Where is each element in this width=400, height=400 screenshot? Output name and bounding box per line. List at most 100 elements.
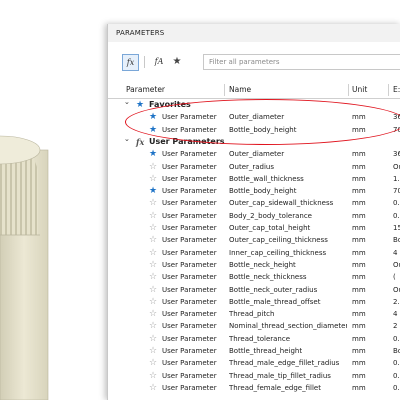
table-row[interactable]: ☆ User Parameter Bottle_thread_height mm Bo <box>108 345 400 357</box>
star-outline-icon[interactable]: ☆ <box>149 284 157 296</box>
unit-cell: mm <box>352 347 366 355</box>
table-row[interactable]: ☆ User Parameter Bottle_neck_thickness mm ( <box>108 271 400 283</box>
expression-cell[interactable]: Bo <box>393 345 400 357</box>
table-row[interactable]: ☆ User Parameter Bottle_neck_height mm Ou <box>108 259 400 271</box>
table-row[interactable]: ☆ User Parameter Outer_radius mm Ou <box>108 161 400 173</box>
expression-cell[interactable]: 0. <box>393 210 400 222</box>
table-row[interactable]: ★ User Parameter Bottle_body_height mm 70 <box>108 185 400 197</box>
star-filled-icon[interactable]: ★ <box>149 124 157 136</box>
parameter-type-cell: User Parameter <box>162 248 217 257</box>
star-outline-icon[interactable]: ☆ <box>149 333 157 345</box>
filter-parameters-input[interactable] <box>203 54 400 70</box>
table-row[interactable]: ☆ User Parameter Bottle_male_thread_offset… <box>108 296 400 308</box>
table-row[interactable]: ☆ User Parameter Thread_tolerance mm 0. <box>108 333 400 345</box>
star-outline-icon[interactable]: ☆ <box>149 161 157 173</box>
star-outline-icon[interactable]: ☆ <box>149 173 157 185</box>
expression-cell[interactable]: 2 <box>393 320 400 332</box>
parameter-name-cell: Thread_male_tip_fillet_radius <box>229 371 331 380</box>
table-row[interactable]: ☆ User Parameter Nominal_thread_section_di… <box>108 320 400 332</box>
star-outline-icon[interactable]: ☆ <box>149 234 157 246</box>
group-row[interactable]: ⌄ fx User Parameters <box>108 133 400 148</box>
expression-cell[interactable]: 0. <box>393 382 400 394</box>
expression-cell[interactable]: 15 <box>393 222 400 234</box>
star-outline-icon[interactable]: ☆ <box>149 259 157 271</box>
expression-cell[interactable]: 36 <box>393 148 400 160</box>
expression-cell[interactable]: 36 <box>393 111 400 123</box>
star-outline-icon[interactable]: ☆ <box>149 247 157 259</box>
star-outline-icon[interactable]: ☆ <box>149 345 157 357</box>
star-filled-icon[interactable]: ★ <box>149 148 157 160</box>
parameter-type-cell: User Parameter <box>162 174 217 183</box>
table-row[interactable]: ☆ User Parameter Bottle_neck_outer_radius m… <box>108 284 400 296</box>
parameter-name-cell: Outer_cap_ceiling_thickness <box>229 236 328 245</box>
table-row[interactable]: ★ User Parameter Outer_diameter mm 36 <box>108 111 400 123</box>
expression-cell[interactable]: 0. <box>393 333 400 345</box>
expression-cell[interactable]: 0. <box>393 370 400 382</box>
column-header-expression[interactable]: E: <box>393 82 400 98</box>
parameter-type-cell: User Parameter <box>162 273 217 282</box>
expression-cell[interactable]: Ou <box>393 161 400 173</box>
expression-cell[interactable]: 0. <box>393 197 400 209</box>
expression-cell[interactable]: 1.6 <box>393 173 400 185</box>
expression-cell[interactable]: 0. <box>393 357 400 369</box>
star-outline-icon[interactable]: ☆ <box>149 357 157 369</box>
star-outline-icon[interactable]: ☆ <box>149 296 157 308</box>
star-outline-icon[interactable]: ☆ <box>149 320 157 332</box>
expression-cell[interactable]: ( <box>393 271 400 283</box>
parameter-name-cell: Thread_female_edge_fillet <box>229 383 321 392</box>
parameter-type-cell: User Parameter <box>162 187 217 196</box>
fx-user-parameter-button[interactable]: fx <box>122 54 139 71</box>
expression-cell[interactable]: 70 <box>393 124 400 136</box>
table-row[interactable]: ☆ User Parameter Thread_pitch mm 4 <box>108 308 400 320</box>
column-header-parameter[interactable]: Parameter <box>126 82 165 98</box>
column-header-unit[interactable]: Unit <box>352 82 367 98</box>
parameter-type-cell: User Parameter <box>162 150 217 159</box>
parameter-name-cell: Bottle_body_height <box>229 187 297 196</box>
chevron-down-icon[interactable]: ⌄ <box>124 133 130 145</box>
group-row[interactable]: ⌄ ★ Favorites <box>108 96 400 111</box>
star-outline-icon[interactable]: ☆ <box>149 222 157 234</box>
unit-cell: mm <box>352 187 366 196</box>
expression-cell[interactable]: 4 <box>393 308 400 320</box>
dialog-title: PARAMETERS <box>108 24 400 42</box>
star-outline-icon[interactable]: ☆ <box>149 210 157 222</box>
unit-cell: mm <box>352 248 366 257</box>
star-filled-icon[interactable]: ★ <box>149 111 157 123</box>
unit-cell: mm <box>352 150 366 159</box>
expression-cell[interactable]: 2. <box>393 296 400 308</box>
table-row[interactable]: ★ User Parameter Bottle_body_height mm 70 <box>108 124 400 136</box>
expression-cell[interactable]: 70 <box>393 185 400 197</box>
column-header-name[interactable]: Name <box>229 82 251 98</box>
table-row[interactable]: ☆ User Parameter Inner_cap_ceiling_thickne… <box>108 247 400 259</box>
star-outline-icon[interactable]: ☆ <box>149 197 157 209</box>
unit-cell: mm <box>352 310 366 319</box>
chevron-down-icon[interactable]: ⌄ <box>124 96 130 108</box>
star-filled-icon[interactable]: ★ <box>149 185 157 197</box>
table-row[interactable]: ☆ User Parameter Thread_male_edge_fillet_r… <box>108 357 400 369</box>
table-row[interactable]: ★ User Parameter Outer_diameter mm 36 <box>108 148 400 160</box>
unit-cell: mm <box>352 211 366 220</box>
star-outline-icon[interactable]: ☆ <box>149 308 157 320</box>
star-outline-icon[interactable]: ☆ <box>149 382 157 394</box>
expression-cell[interactable]: 4 <box>393 247 400 259</box>
expression-cell[interactable]: Ou <box>393 284 400 296</box>
parameter-name-cell: Thread_male_edge_fillet_radius <box>229 359 340 368</box>
table-row[interactable]: ☆ User Parameter Body_2_body_tolerance mm 0. <box>108 210 400 222</box>
fa-model-parameter-button[interactable]: fA <box>152 54 166 69</box>
table-row[interactable]: ☆ User Parameter Thread_female_edge_fillet… <box>108 382 400 394</box>
expression-cell[interactable]: Ou <box>393 259 400 271</box>
expression-cell[interactable]: Bo <box>393 234 400 246</box>
favorites-filter-button[interactable]: ★ <box>170 54 184 69</box>
table-row[interactable]: ☆ User Parameter Outer_cap_sidewall_thickn… <box>108 197 400 209</box>
star-outline-icon[interactable]: ☆ <box>149 370 157 382</box>
table-row[interactable]: ☆ User Parameter Outer_cap_total_height mm 1… <box>108 222 400 234</box>
parameter-name-cell: Bottle_neck_outer_radius <box>229 285 318 294</box>
table-row[interactable]: ☆ User Parameter Bottle_wall_thickness mm 1.… <box>108 173 400 185</box>
parameter-type-cell: User Parameter <box>162 199 217 208</box>
parameter-name-cell: Thread_pitch <box>229 310 275 319</box>
table-row[interactable]: ☆ User Parameter Outer_cap_ceiling_thickne… <box>108 234 400 246</box>
star-outline-icon[interactable]: ☆ <box>149 271 157 283</box>
table-row[interactable]: ☆ User Parameter Thread_male_tip_fillet_ra… <box>108 370 400 382</box>
parameter-name-cell: Nominal_thread_section_diameter <box>229 322 347 331</box>
parameter-type-cell: User Parameter <box>162 297 217 306</box>
